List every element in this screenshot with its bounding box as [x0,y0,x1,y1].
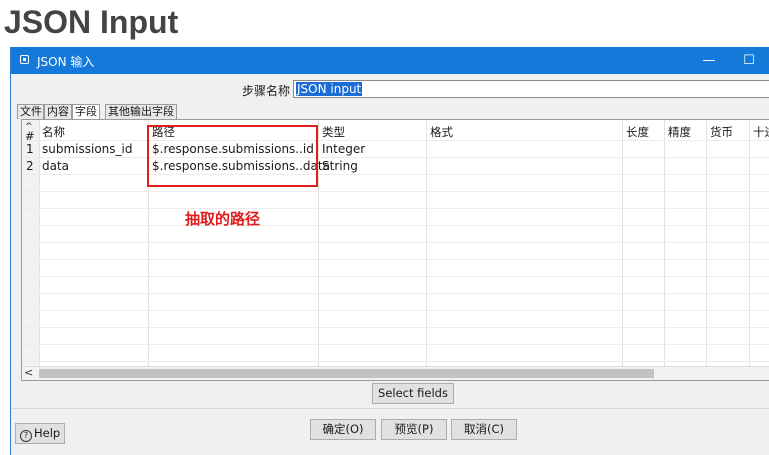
chevron-left-icon[interactable]: < [24,366,33,379]
horizontal-scrollbar[interactable]: < [22,366,769,380]
title-bar[interactable]: JSON 输入 — ☐ [11,47,769,74]
header-name[interactable]: 名称 [42,124,65,140]
row-divider [22,276,769,277]
tab-content[interactable]: 内容 [44,104,72,119]
field-name[interactable]: submissions_id [42,141,133,157]
row-divider [22,191,769,192]
row-number: 1 [26,142,34,156]
row-divider [22,259,769,260]
header-decimal[interactable]: 十进制 [753,124,769,140]
header-format[interactable]: 格式 [430,124,453,140]
row-divider [22,361,769,362]
tab-fields[interactable]: 字段 [72,104,100,120]
preview-button[interactable]: 预览(P) [381,419,447,440]
step-icon [20,55,29,64]
minimize-button[interactable]: — [691,47,727,74]
path-annotation: 抽取的路径 [185,210,261,228]
row-divider [22,344,769,345]
row-divider [22,310,769,311]
field-type[interactable]: Integer [322,141,365,157]
page-heading: JSON Input [4,4,179,40]
maximize-button[interactable]: ☐ [731,47,767,74]
header-type[interactable]: 类型 [322,124,345,140]
fields-table[interactable]: ^ # 名称 路径 类型 格式 长度 精度 货币 十进制 1 submissio… [21,119,769,381]
row-divider [22,174,769,175]
tab-file[interactable]: 文件 [17,104,44,119]
row-divider [22,293,769,294]
header-length[interactable]: 长度 [626,124,649,140]
row-divider [22,208,769,209]
cancel-button[interactable]: 取消(C) [451,419,517,440]
window-title: JSON 输入 [37,55,95,69]
select-fields-button[interactable]: Select fields [372,383,454,404]
json-input-dialog: JSON 输入 — ☐ 步骤名称 JSON input 文件 内容 字段 其他输… [10,47,769,455]
path-highlight-box [147,125,318,187]
row-divider [22,140,769,141]
row-divider [22,327,769,328]
step-name-input[interactable]: JSON input [293,80,769,98]
tab-additional-output-fields[interactable]: 其他输出字段 [105,104,177,119]
row-divider [22,225,769,226]
help-button[interactable]: ? Help [15,423,65,444]
header-currency[interactable]: 货币 [710,124,733,140]
separator [11,408,769,409]
row-number: 2 [26,159,34,173]
step-name-value: JSON input [296,82,363,96]
step-name-label: 步骤名称 [242,84,291,98]
ok-button[interactable]: 确定(O) [310,419,376,440]
row-divider [22,157,769,158]
header-precision[interactable]: 精度 [668,124,691,140]
help-label: Help [34,426,61,440]
field-name[interactable]: data [42,158,69,174]
field-type[interactable]: String [322,158,358,174]
row-divider [22,242,769,243]
help-circle-icon: ? [20,430,32,442]
scrollbar-thumb[interactable] [39,369,654,378]
